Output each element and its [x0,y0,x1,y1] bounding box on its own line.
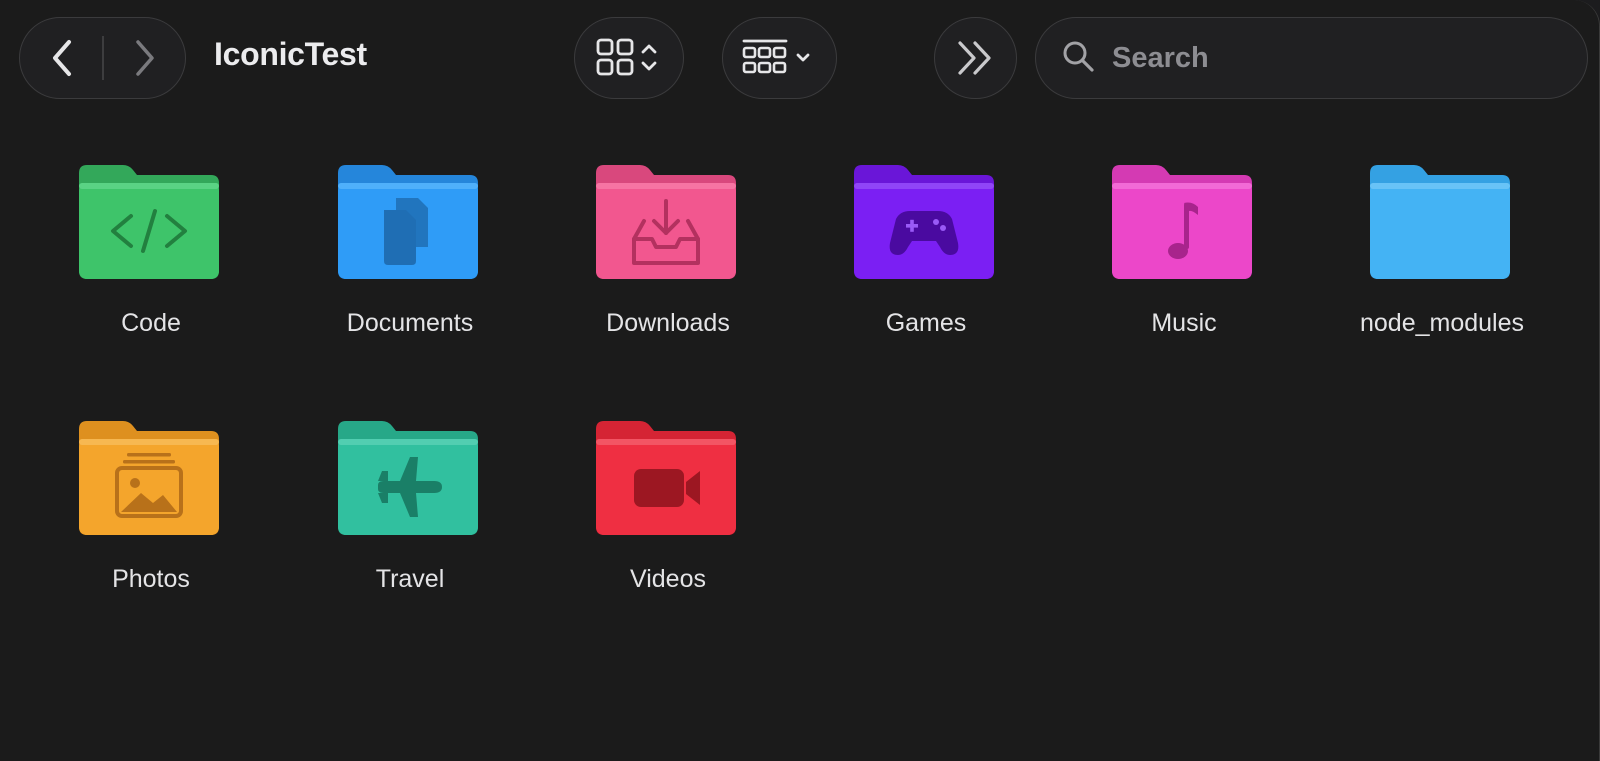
search-input[interactable] [1110,36,1554,80]
folder-item-games[interactable]: Games [811,118,1041,348]
folder-item-music[interactable]: Music [1069,118,1299,348]
folder-item-documents[interactable]: Documents [295,118,525,348]
toolbar: IconicTest [0,0,1600,118]
folder-item-travel[interactable]: Travel [295,374,525,604]
more-toolbar-items-button[interactable] [934,17,1017,99]
folder-icon [854,165,994,279]
forward-button[interactable] [103,18,186,97]
folder-item-downloads[interactable]: Downloads [553,118,783,348]
folder-label: Travel [375,565,445,593]
chevron-right-icon [135,39,154,76]
folder-icon [79,165,219,279]
folder-label: Music [1151,309,1217,337]
folder-icon [596,421,736,535]
grid-view-icon [596,38,657,76]
folder-label: Documents [346,309,474,337]
back-button[interactable] [20,18,103,97]
finder-window: IconicTest Search Code Documents Downloa… [0,0,1600,761]
folder-icon [338,165,478,279]
folder-label: node_modules [1359,309,1524,337]
folder-item-videos[interactable]: Videos [553,374,783,604]
double-chevron-right-icon [957,41,991,75]
folder-item-photos[interactable]: Photos [36,374,266,604]
view-mode-button[interactable] [574,17,684,99]
chevron-left-icon [52,39,71,76]
folder-icon [1112,165,1252,279]
folder-label: Videos [630,565,706,593]
window-title: IconicTest [214,36,367,72]
group-by-icon [742,39,809,74]
folder-label: Code [121,309,181,337]
folder-grid: Code Documents Downloads Games Music nod… [0,118,1600,758]
folder-label: Games [885,309,967,337]
folder-icon [338,421,478,535]
folder-icon [79,421,219,535]
magnifying-glass-icon [1063,41,1094,72]
folder-label: Photos [112,565,190,593]
navigation-group [19,17,186,99]
group-by-button[interactable] [722,17,837,99]
folder-item-node-modules[interactable]: node_modules [1327,118,1557,348]
folder-icon [596,165,736,279]
search-field[interactable] [1035,17,1588,99]
folder-label: Downloads [606,309,730,337]
folder-icon [1370,165,1510,279]
folder-item-code[interactable]: Code [36,118,266,348]
